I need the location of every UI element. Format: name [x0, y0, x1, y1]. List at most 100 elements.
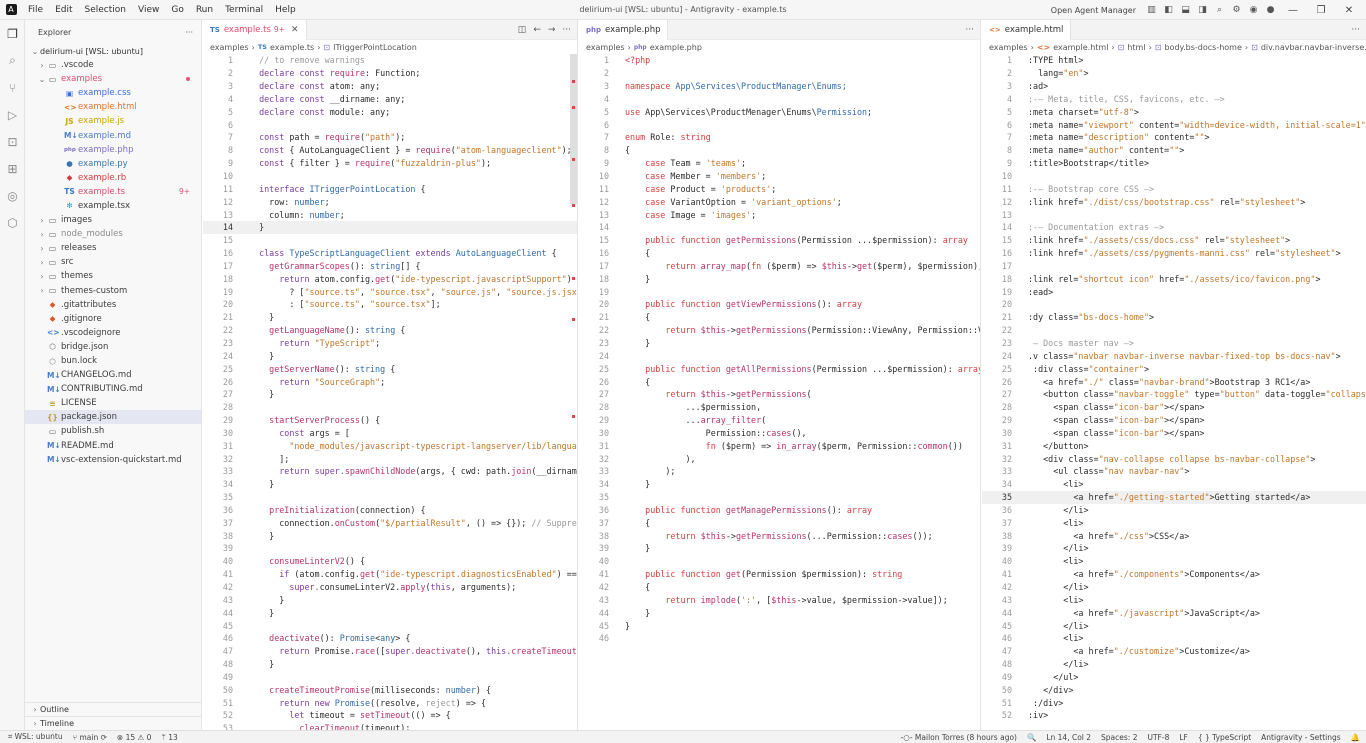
- toggle-sidebar-icon[interactable]: ◧: [1163, 5, 1174, 16]
- breadcrumb-item[interactable]: TS: [258, 43, 267, 51]
- file-item[interactable]: ◆ .gitignore: [25, 312, 201, 326]
- source-control-icon[interactable]: ⑂: [0, 74, 25, 101]
- folder-item[interactable]: › ▭ node_modules: [25, 227, 201, 241]
- file-item[interactable]: M↓ CONTRIBUTING.md: [25, 382, 201, 396]
- breadcrumb-item[interactable]: ⊡: [1251, 43, 1258, 52]
- containers-icon[interactable]: ⬡: [0, 209, 25, 236]
- file-item[interactable]: ▣ example.css: [25, 86, 201, 100]
- extensions-icon[interactable]: ⊞: [0, 155, 25, 182]
- ports-indicator[interactable]: ᛘ 13: [161, 733, 177, 742]
- file-item[interactable]: TS example.ts 9+: [25, 185, 201, 199]
- settings-status[interactable]: Antigravity - Settings: [1261, 733, 1341, 742]
- folder-item[interactable]: ⌄ ▭ examples: [25, 72, 201, 86]
- file-item[interactable]: M↓ example.md: [25, 128, 201, 142]
- outline-section[interactable]: › Outline: [25, 702, 202, 716]
- problems-indicator[interactable]: ⊗ 15 ⚠ 0: [117, 733, 151, 742]
- folder-item[interactable]: › ▭ themes-custom: [25, 284, 201, 298]
- timeline-section[interactable]: › Timeline: [25, 716, 202, 730]
- more-actions-icon[interactable]: ···: [562, 25, 571, 35]
- file-item[interactable]: M↓ README.md: [25, 439, 201, 453]
- zoom-icon[interactable]: 🔍: [1027, 733, 1036, 742]
- workspace-root[interactable]: ⌄ delirium-ui [WSL: ubuntu]: [25, 44, 201, 58]
- encoding[interactable]: UTF-8: [1147, 733, 1169, 742]
- editor-tab[interactable]: TS example.ts 9+ ✕: [203, 20, 307, 40]
- minimize-button[interactable]: —: [1280, 5, 1306, 16]
- restore-button[interactable]: ❐: [1308, 5, 1334, 16]
- folder-item[interactable]: › ▭ releases: [25, 241, 201, 255]
- search-view-icon[interactable]: ⌕: [0, 47, 25, 74]
- notifications-bell-icon[interactable]: 🔔: [1351, 733, 1360, 742]
- folder-item[interactable]: › ▭ .vscode: [25, 58, 201, 72]
- run-debug-icon[interactable]: ▷: [0, 101, 25, 128]
- layout-icon[interactable]: ▥: [1146, 5, 1157, 16]
- breadcrumb-item[interactable]: examples: [586, 43, 625, 52]
- breadcrumb-item[interactable]: examples: [989, 43, 1028, 52]
- breadcrumb-item[interactable]: div.navbar.navbar-inverse.nav: [1261, 43, 1366, 52]
- file-item[interactable]: ◆ .gitattributes: [25, 298, 201, 312]
- explorer-icon[interactable]: ❐: [0, 20, 25, 47]
- menu-view[interactable]: View: [132, 0, 165, 20]
- folder-item[interactable]: › ▭ images: [25, 213, 201, 227]
- open-agent-manager-button[interactable]: Open Agent Manager: [1051, 6, 1136, 15]
- branch-indicator[interactable]: ⑂ main ⟳: [73, 733, 107, 742]
- indentation[interactable]: Spaces: 2: [1101, 733, 1137, 742]
- menu-run[interactable]: Run: [190, 0, 219, 20]
- explorer-more-icon[interactable]: ···: [185, 28, 193, 37]
- go-back-icon[interactable]: ←: [533, 25, 541, 35]
- code-area[interactable]: 1 // to remove warnings 2 declare const r…: [203, 54, 577, 730]
- agent-icon[interactable]: ◎: [0, 182, 25, 209]
- code-area[interactable]: 1 <?php 2 3 namespace App\Services\ProductMa…: [579, 54, 980, 645]
- breadcrumb-item[interactable]: ITriggerPointLocation: [333, 43, 417, 52]
- app-logo[interactable]: A: [0, 0, 22, 20]
- editor-tab[interactable]: php example.php: [579, 20, 669, 40]
- accounts-icon[interactable]: ◉: [1248, 5, 1259, 16]
- folder-item[interactable]: › ▭ themes: [25, 269, 201, 283]
- editor-tab[interactable]: <> example.html: [982, 20, 1072, 40]
- menu-go[interactable]: Go: [165, 0, 189, 20]
- toggle-panel-icon[interactable]: ⬓: [1180, 5, 1191, 16]
- file-item[interactable]: JS example.js: [25, 114, 201, 128]
- breadcrumb-item[interactable]: ⊡: [1155, 43, 1162, 52]
- remote-explorer-icon[interactable]: ⊡: [0, 128, 25, 155]
- split-editor-icon[interactable]: ◫: [518, 25, 527, 35]
- file-item[interactable]: <> example.html: [25, 100, 201, 114]
- file-item[interactable]: M↓ CHANGELOG.md: [25, 368, 201, 382]
- close-icon[interactable]: ✕: [291, 25, 299, 35]
- file-item[interactable]: ◆ example.rb: [25, 171, 201, 185]
- close-window-button[interactable]: ✕: [1336, 5, 1362, 16]
- remote-indicator[interactable]: ⌗ WSL: ubuntu: [6, 732, 63, 742]
- menu-selection[interactable]: Selection: [79, 0, 132, 20]
- breadcrumb-item[interactable]: ⊡: [323, 43, 330, 52]
- breadcrumb-item[interactable]: examples: [210, 43, 249, 52]
- github-icon[interactable]: ●: [1265, 5, 1276, 16]
- code-area[interactable]: 1:TYPE html> 2 lang="en"> 3:ad> 4:-— Meta, …: [982, 54, 1366, 722]
- menu-file[interactable]: File: [22, 0, 49, 20]
- breadcrumb-item[interactable]: <>: [1037, 43, 1050, 52]
- menu-terminal[interactable]: Terminal: [219, 0, 269, 20]
- folder-item[interactable]: › ▭ src: [25, 255, 201, 269]
- scrollbar-thumb[interactable]: [570, 54, 577, 204]
- file-item[interactable]: php example.php: [25, 143, 201, 157]
- git-blame[interactable]: -○- Mailon Torres (8 hours ago): [901, 733, 1017, 742]
- more-actions-icon[interactable]: ···: [1351, 25, 1360, 35]
- language-mode[interactable]: { } TypeScript: [1198, 733, 1251, 742]
- file-item[interactable]: M↓ vsc-extension-quickstart.md: [25, 453, 201, 467]
- toggle-secondary-sidebar-icon[interactable]: ◨: [1197, 5, 1208, 16]
- more-actions-icon[interactable]: ···: [965, 25, 974, 35]
- breadcrumb-item[interactable]: example.php: [650, 43, 702, 52]
- go-forward-icon[interactable]: →: [548, 25, 556, 35]
- settings-icon[interactable]: ⚙: [1231, 5, 1242, 16]
- search-icon[interactable]: ⌕: [1214, 5, 1225, 16]
- breadcrumb-item[interactable]: example.ts: [270, 43, 314, 52]
- breadcrumb-item[interactable]: php: [634, 44, 647, 51]
- file-item[interactable]: ✻ example.tsx: [25, 199, 201, 213]
- file-item[interactable]: ▭ publish.sh: [25, 424, 201, 438]
- breadcrumb-item[interactable]: html: [1127, 43, 1145, 52]
- file-item[interactable]: ● example.py: [25, 157, 201, 171]
- breadcrumb-item[interactable]: ⊡: [1118, 43, 1125, 52]
- breadcrumb-item[interactable]: example.html: [1053, 43, 1108, 52]
- menu-edit[interactable]: Edit: [49, 0, 78, 20]
- end-of-line[interactable]: LF: [1179, 733, 1188, 742]
- file-item[interactable]: ⬡ bun.lock: [25, 354, 201, 368]
- cursor-position[interactable]: Ln 14, Col 2: [1046, 733, 1091, 742]
